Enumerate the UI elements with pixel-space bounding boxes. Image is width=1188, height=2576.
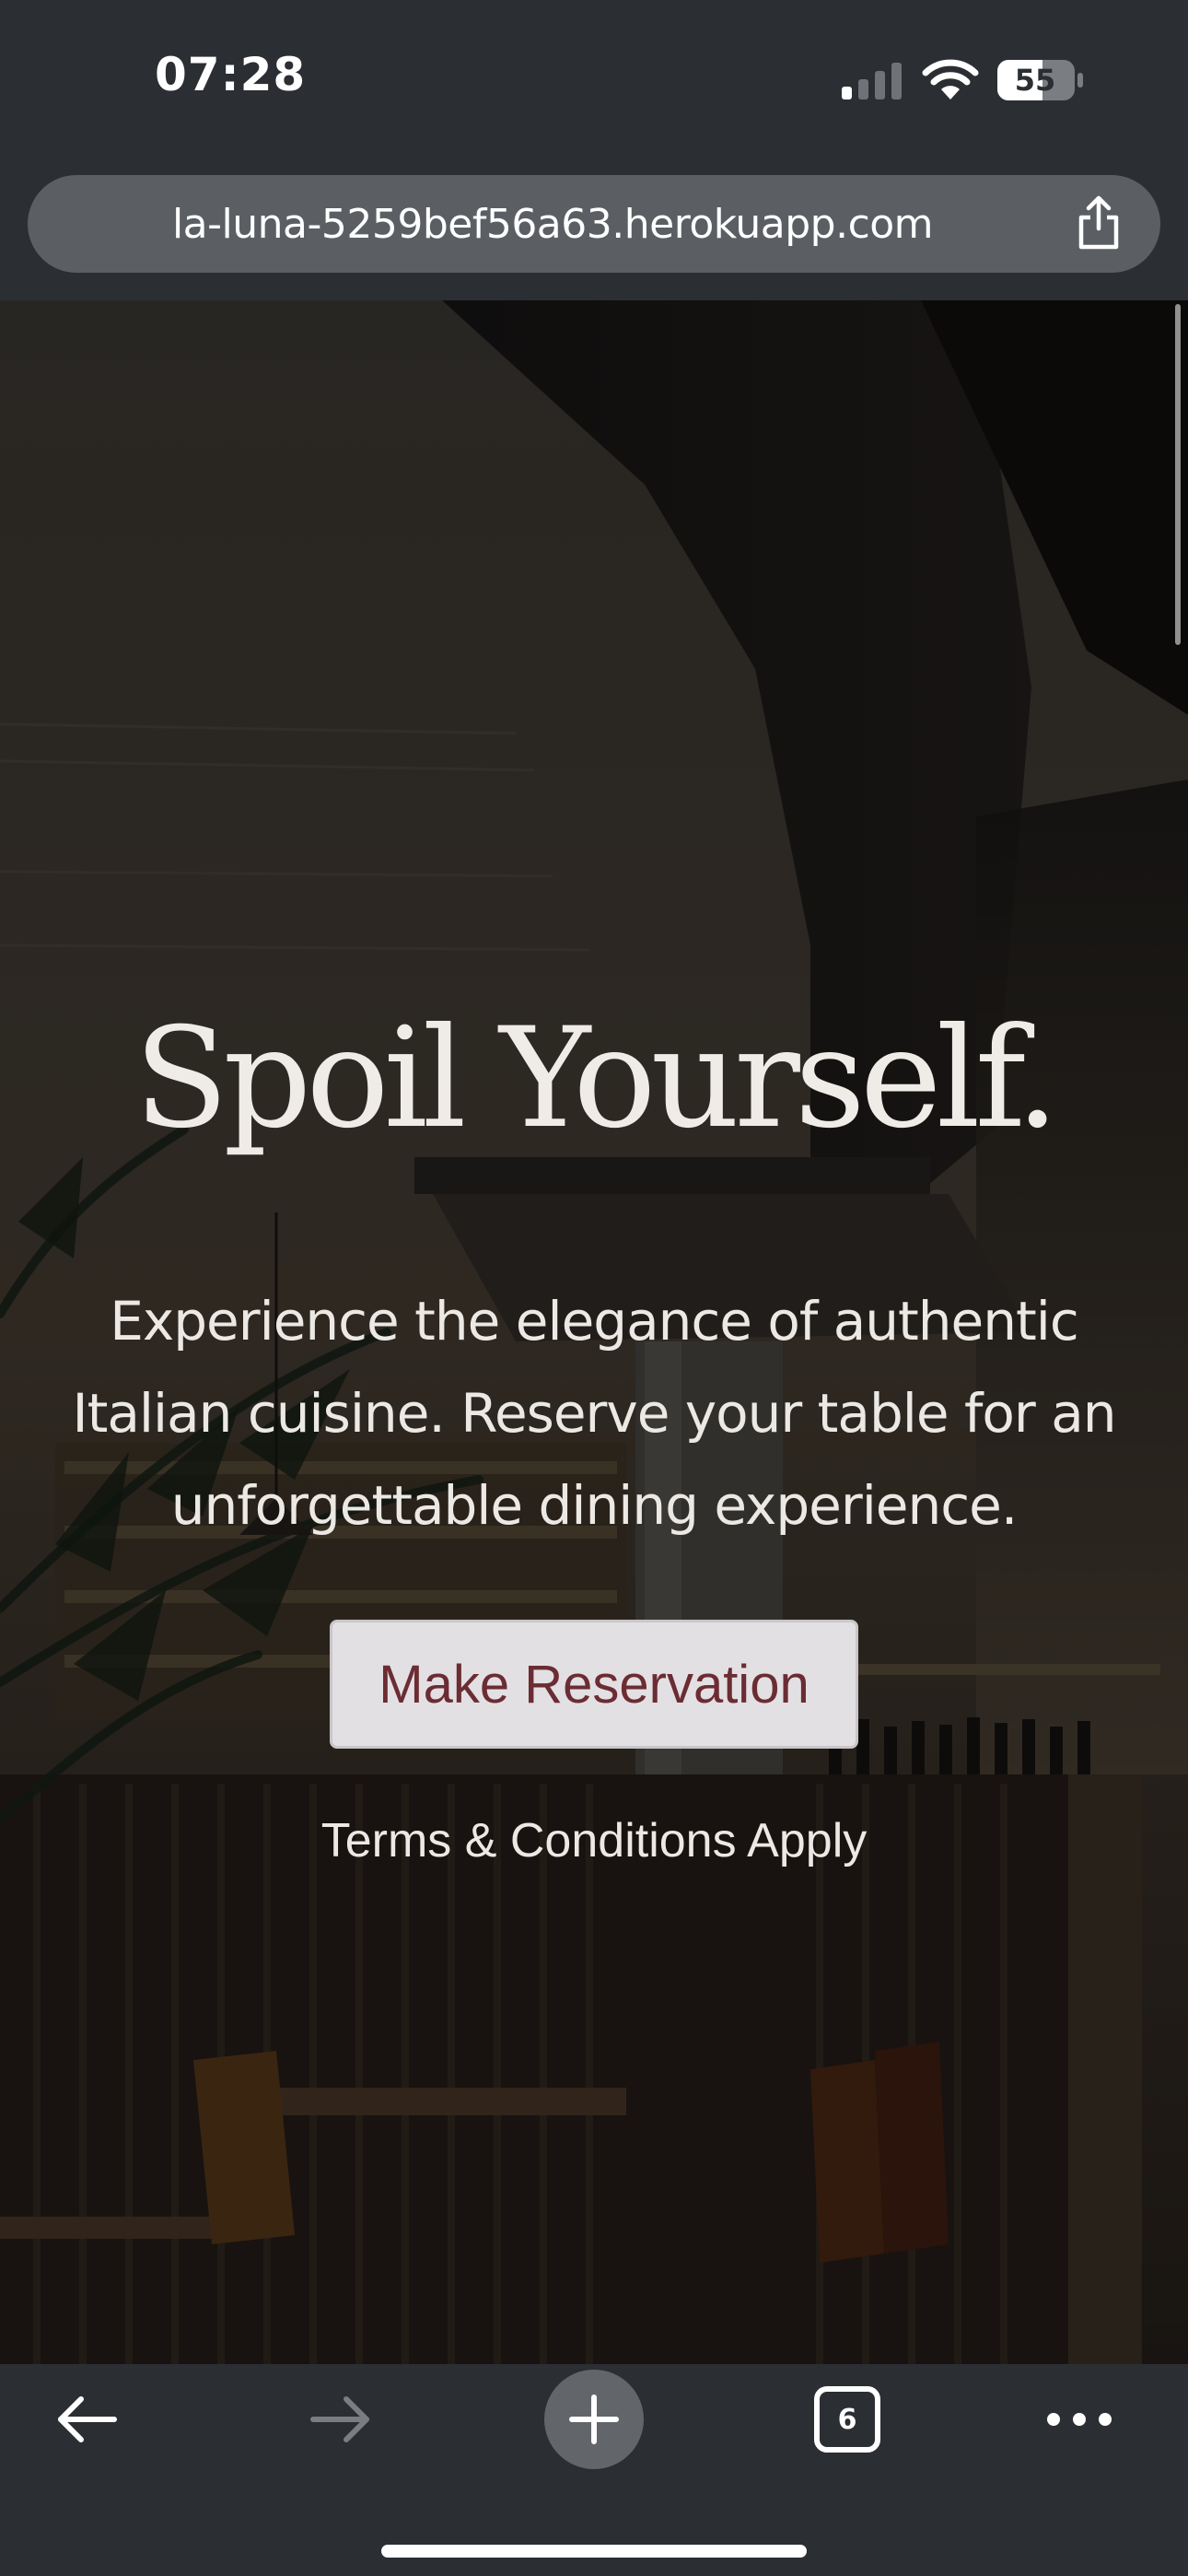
address-bar[interactable]: la-luna-5259bef56a63.herokuapp.com xyxy=(28,175,1160,273)
new-tab-circle[interactable] xyxy=(544,2370,644,2469)
more-dots-icon xyxy=(1047,2413,1112,2426)
url-text[interactable]: la-luna-5259bef56a63.herokuapp.com xyxy=(28,175,1160,273)
scroll-indicator[interactable] xyxy=(1175,304,1181,645)
forward-arrow-icon xyxy=(310,2396,369,2442)
forward-button[interactable] xyxy=(267,2364,414,2475)
plus-icon xyxy=(569,2395,619,2444)
new-tab-button[interactable] xyxy=(520,2364,668,2475)
hero-section: Spoil Yourself. Experience the elegance … xyxy=(0,300,1188,2364)
share-icon[interactable] xyxy=(1076,195,1122,251)
signal-icon xyxy=(842,63,902,100)
make-reservation-button[interactable]: Make Reservation xyxy=(330,1620,858,1749)
tabs-icon[interactable]: 6 xyxy=(814,2386,880,2453)
status-bar: 07:28 55 xyxy=(0,0,1188,166)
back-arrow-icon xyxy=(58,2396,117,2442)
tabs-button[interactable]: 6 xyxy=(774,2364,921,2475)
hero-description: Experience the elegance of authentic Ita… xyxy=(72,1290,1116,1537)
back-button[interactable] xyxy=(13,2364,160,2475)
terms-conditions-text: Terms & Conditions Apply xyxy=(320,1814,868,1868)
home-indicator[interactable] xyxy=(381,2545,807,2558)
battery-level: 55 xyxy=(1014,63,1056,98)
status-time: 07:28 xyxy=(155,48,307,101)
hero-title: Spoil Yourself. xyxy=(134,999,1060,1159)
browser-toolbar: 6 xyxy=(0,2364,1188,2576)
more-button[interactable] xyxy=(1006,2364,1153,2475)
wifi-icon xyxy=(922,59,979,100)
